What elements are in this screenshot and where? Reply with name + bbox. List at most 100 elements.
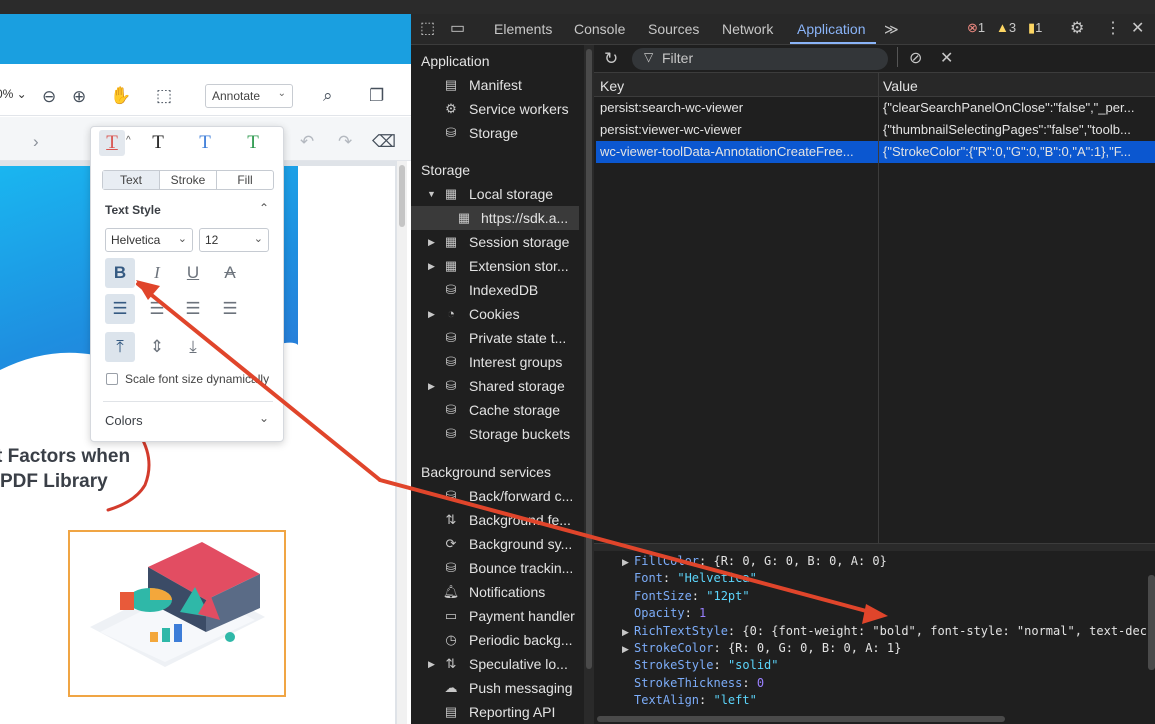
align-right-button[interactable]: ☰ xyxy=(178,294,208,324)
tab-text[interactable]: Text xyxy=(103,171,160,189)
sidebar-item-background-sync[interactable]: Background sy... xyxy=(469,536,572,552)
more-options-icon[interactable]: ⋮ xyxy=(1105,18,1121,38)
selected-image-annotation[interactable] xyxy=(68,530,286,697)
align-left-button[interactable]: ☰ xyxy=(105,294,135,324)
search-icon[interactable]: ⌕ xyxy=(323,86,333,106)
collapse-chevron-icon[interactable]: ⌃ xyxy=(259,201,269,215)
expanded-arrow-icon[interactable]: ▼ xyxy=(427,189,436,199)
viewer-vertical-scrollbar[interactable] xyxy=(397,161,407,724)
sidebar-item-local-storage[interactable]: Local storage xyxy=(469,186,553,202)
refresh-icon[interactable]: ↻ xyxy=(604,49,618,69)
font-size-select[interactable]: 12 ⌄ xyxy=(199,228,269,252)
column-value-header[interactable]: Value xyxy=(883,78,918,94)
sidebar-item-push-messaging[interactable]: Push messaging xyxy=(469,680,573,696)
json-property-line[interactable]: FontSize: "12pt" xyxy=(634,589,750,603)
filter-input[interactable]: ▽ Filter xyxy=(632,48,888,70)
json-property-line[interactable]: FillColor: {R: 0, G: 0, B: 0, A: 0} xyxy=(634,554,887,568)
zoom-level[interactable]: 0% ⌄ xyxy=(0,87,27,101)
tab-application[interactable]: Application xyxy=(797,21,866,37)
json-property-line[interactable]: TextAlign: "left" xyxy=(634,693,757,707)
sidebar-item-cookies[interactable]: Cookies xyxy=(469,306,520,322)
column-separator[interactable] xyxy=(878,73,879,543)
json-property-line[interactable]: StrokeColor: {R: 0, G: 0, B: 0, A: 1} xyxy=(634,641,901,655)
undo-icon[interactable]: ↶ xyxy=(300,132,314,152)
scale-font-checkbox[interactable] xyxy=(106,373,118,385)
align-justify-button[interactable]: ☰ xyxy=(215,294,245,324)
zoom-out-icon[interactable]: ⊖ xyxy=(42,87,56,107)
expand-arrow-icon[interactable]: ▶ xyxy=(622,627,629,638)
sidebar-item-origin[interactable]: https://sdk.a... xyxy=(481,210,568,226)
more-tabs-icon[interactable]: ≫ xyxy=(884,21,899,38)
bold-button[interactable]: B xyxy=(105,258,135,288)
json-property-line[interactable]: StrokeStyle: "solid" xyxy=(634,658,779,672)
close-devtools-icon[interactable]: ✕ xyxy=(1131,18,1144,38)
collapsed-arrow-icon[interactable]: ▶ xyxy=(428,237,435,248)
style-blue-t-icon[interactable]: T xyxy=(193,131,217,155)
pan-hand-icon[interactable]: ✋ xyxy=(110,86,131,106)
settings-gear-icon[interactable]: ⚙ xyxy=(1070,18,1084,38)
tab-stroke[interactable]: Stroke xyxy=(160,171,217,189)
freehand-ink-annotation[interactable] xyxy=(100,430,160,520)
sidebar-item-reporting-api[interactable]: Reporting API xyxy=(469,704,555,720)
sidebar-item-periodic-background-sync[interactable]: Periodic backg... xyxy=(469,632,573,648)
sidebar-item-cache-storage[interactable]: Cache storage xyxy=(469,402,560,418)
column-key-header[interactable]: Key xyxy=(600,78,624,94)
sidebar-item-back-forward-cache[interactable]: Back/forward c... xyxy=(469,488,573,504)
underline-button[interactable]: U xyxy=(178,258,208,288)
sidebar-scroll-thumb[interactable] xyxy=(586,49,592,669)
table-row[interactable]: persist:search-wc-viewer {"clearSearchPa… xyxy=(596,97,1155,119)
json-property-line[interactable]: StrokeThickness: 0 xyxy=(634,676,764,690)
redo-icon[interactable]: ↷ xyxy=(338,132,352,152)
tab-console[interactable]: Console xyxy=(574,21,625,37)
collapsed-arrow-icon[interactable]: ▶ xyxy=(428,309,435,320)
json-property-line[interactable]: Font: "Helvetica" xyxy=(634,571,757,585)
sidebar-item-bounce-tracking[interactable]: Bounce trackin... xyxy=(469,560,573,576)
tab-elements[interactable]: Elements xyxy=(494,21,552,37)
sidebar-item-service-workers[interactable]: Service workers xyxy=(469,101,569,117)
sidebar-item-storage-buckets[interactable]: Storage buckets xyxy=(469,426,570,442)
chevron-up-icon[interactable]: ^ xyxy=(126,135,131,146)
font-family-select[interactable]: Helvetica ⌄ xyxy=(105,228,193,252)
sidebar-item-storage[interactable]: Storage xyxy=(469,125,518,141)
inspect-element-icon[interactable]: ⬚ xyxy=(420,18,435,38)
sidebar-scrollbar[interactable] xyxy=(584,45,594,724)
table-row[interactable]: persist:viewer-wc-viewer {"thumbnailSele… xyxy=(596,119,1155,141)
sidebar-item-payment-handler[interactable]: Payment handler xyxy=(469,608,575,624)
issue-count[interactable]: ▮1 xyxy=(1028,20,1042,36)
strikethrough-button[interactable]: A xyxy=(215,258,245,288)
sidebar-item-session-storage[interactable]: Session storage xyxy=(469,234,569,250)
sidebar-item-extension-storage[interactable]: Extension stor... xyxy=(469,258,569,274)
style-red-t-icon[interactable]: T xyxy=(100,131,124,155)
sidebar-item-interest-groups[interactable]: Interest groups xyxy=(469,354,562,370)
collapsed-arrow-icon[interactable]: ▶ xyxy=(428,659,435,670)
italic-button[interactable]: I xyxy=(142,258,172,288)
device-toolbar-icon[interactable]: ▭ xyxy=(450,18,465,38)
colors-heading[interactable]: Colors xyxy=(105,413,143,428)
clear-all-icon[interactable]: ⊘ xyxy=(909,48,922,68)
preview-splitter[interactable] xyxy=(594,543,1155,551)
tab-network[interactable]: Network xyxy=(722,21,773,37)
collapsed-arrow-icon[interactable]: ▶ xyxy=(428,261,435,272)
sidebar-item-private-state-tokens[interactable]: Private state t... xyxy=(469,330,566,346)
json-property-line[interactable]: RichTextStyle: {0: {font-weight: "bold",… xyxy=(634,624,1147,638)
sidebar-item-background-fetch[interactable]: Background fe... xyxy=(469,512,571,528)
json-property-line[interactable]: Opacity: 1 xyxy=(634,606,706,620)
zoom-in-icon[interactable]: ⊕ xyxy=(72,87,86,107)
tab-sources[interactable]: Sources xyxy=(648,21,699,37)
viewer-scroll-thumb[interactable] xyxy=(399,165,405,227)
comments-panel-icon[interactable]: ❐ xyxy=(369,86,384,106)
sidebar-item-speculative-loads[interactable]: Speculative lo... xyxy=(469,656,568,672)
valign-bottom-button[interactable]: ⤓ xyxy=(178,332,208,362)
style-black-t-icon[interactable]: T xyxy=(146,131,170,155)
error-count[interactable]: ⊗1 xyxy=(967,20,985,36)
preview-horizontal-scrollbar[interactable] xyxy=(597,716,1005,722)
eraser-icon[interactable]: ⌫ xyxy=(372,132,396,152)
valign-top-button[interactable]: ⤒ xyxy=(105,332,135,362)
expand-arrow-icon[interactable]: ▶ xyxy=(622,644,629,655)
expand-arrow-icon[interactable]: ▶ xyxy=(622,557,629,568)
align-center-button[interactable]: ☰ xyxy=(142,294,172,324)
select-region-icon[interactable]: ⬚ xyxy=(156,86,172,106)
table-row-selected[interactable]: wc-viewer-toolData-AnnotationCreateFree.… xyxy=(596,141,1155,163)
collapsed-arrow-icon[interactable]: ▶ xyxy=(428,381,435,392)
annotate-mode-select[interactable]: Annotate ⌄ xyxy=(205,84,293,108)
